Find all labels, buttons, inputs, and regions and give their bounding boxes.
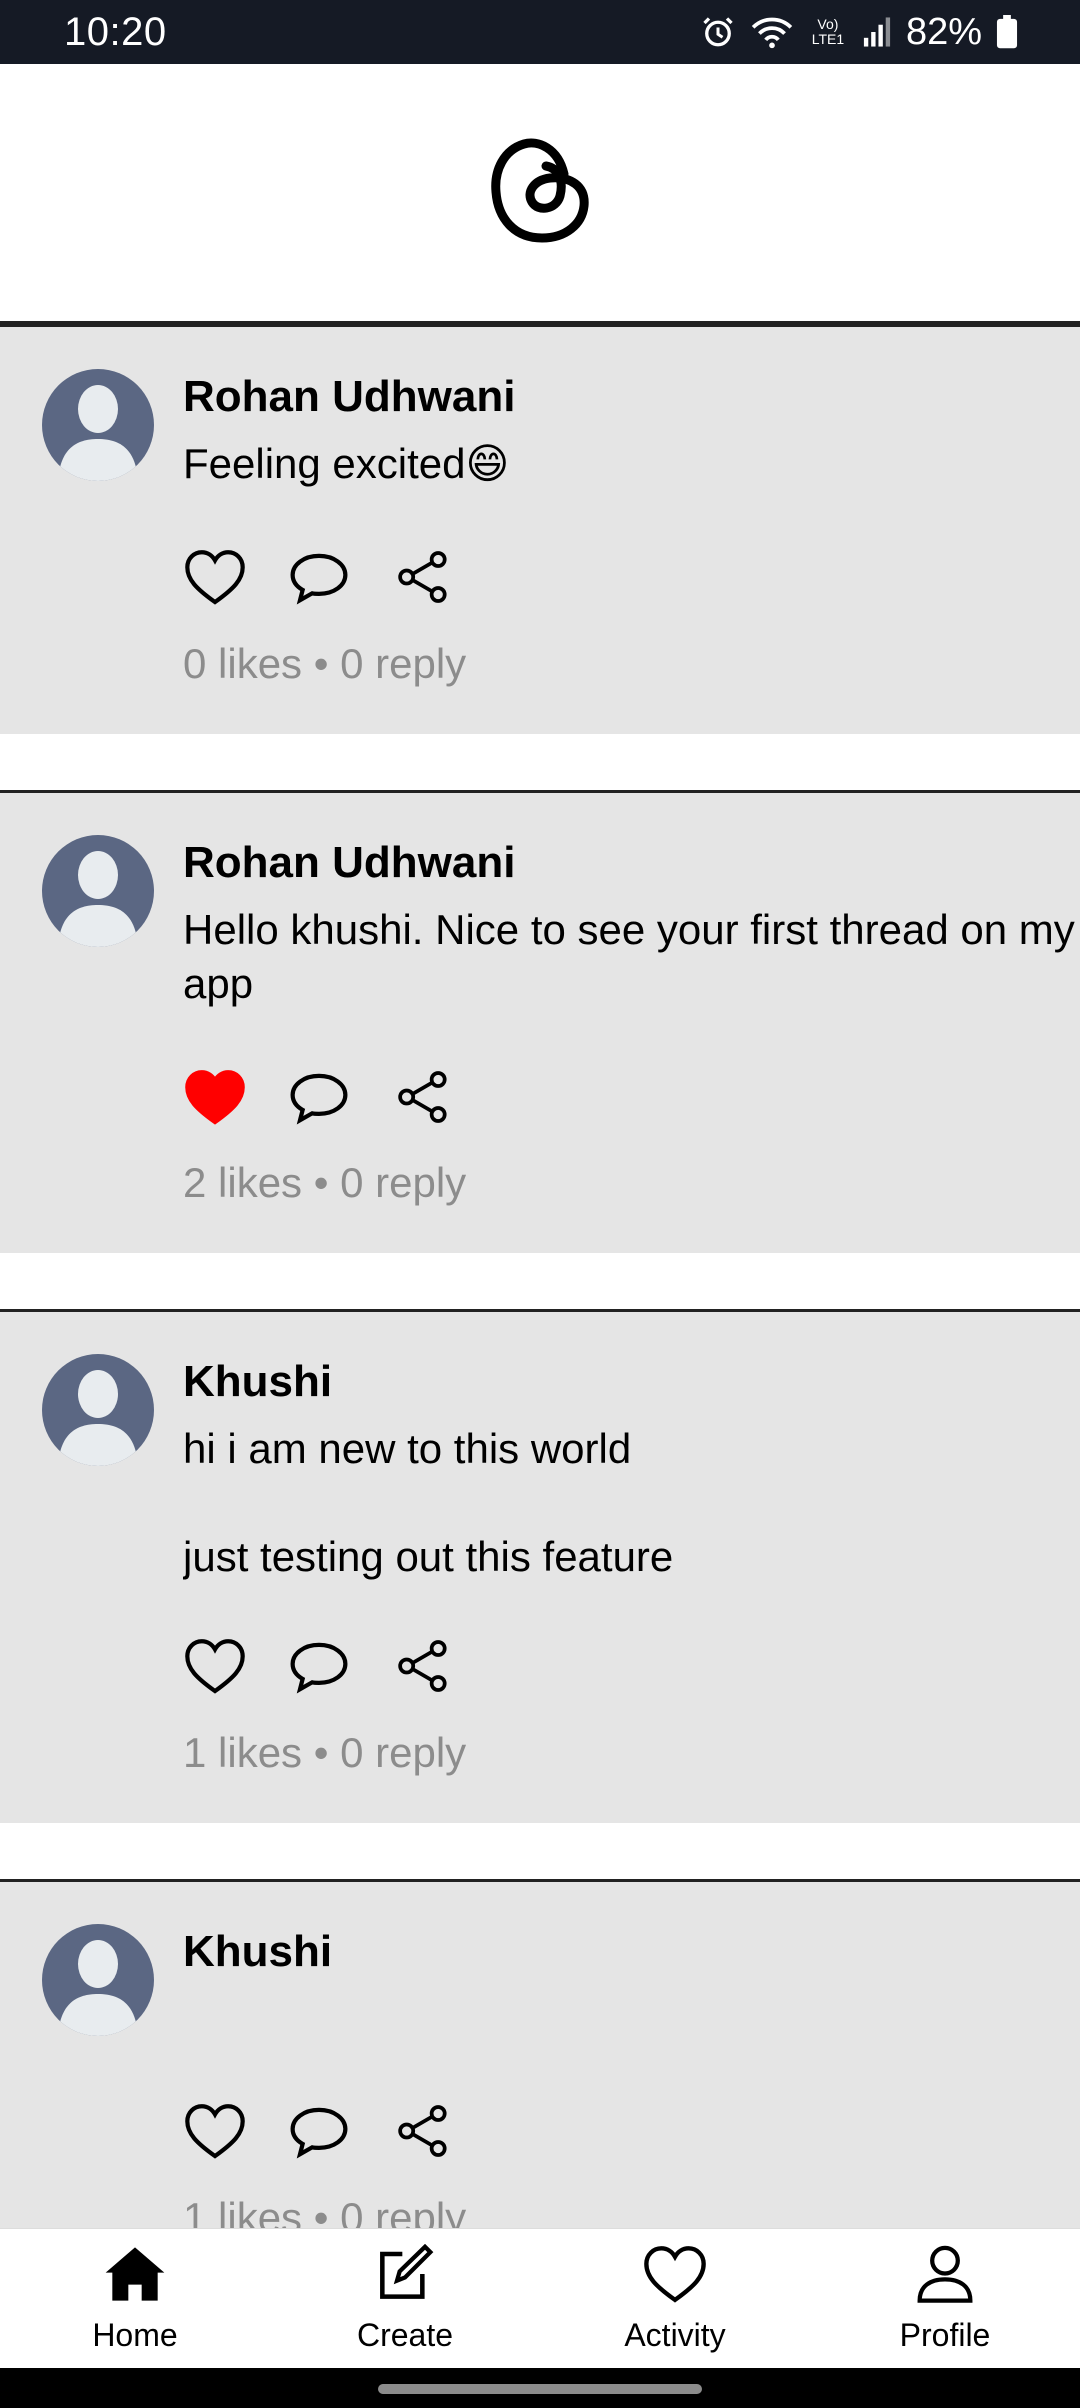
avatar[interactable] [42, 835, 154, 947]
home-icon [103, 2244, 167, 2309]
app-header [0, 64, 1080, 324]
gesture-bar [0, 2368, 1080, 2408]
post-content: Hello khushi. Nice to see your first thr… [183, 906, 1075, 1007]
bottom-nav: Home Create Activity Profile [0, 2228, 1080, 2368]
nav-home-label: Home [92, 2316, 178, 2353]
network-label: Vo) LTE1 [811, 16, 845, 47]
alarm-icon [700, 14, 736, 50]
post-content: hi i am new to this world just testing o… [183, 1425, 674, 1580]
nav-activity-label: Activity [624, 2316, 726, 2353]
nav-activity[interactable]: Activity [540, 2244, 810, 2354]
post-separator [0, 1823, 1080, 1879]
post-body: Khushi hi i am new to this world just te… [183, 1354, 1080, 1584]
like-heart-icon[interactable] [183, 2099, 247, 2163]
threads-logo-icon[interactable] [490, 134, 590, 251]
post-actions [183, 545, 455, 609]
share-icon[interactable] [391, 1065, 455, 1129]
post-separator [0, 734, 1080, 790]
screen: 10:20 Vo) LTE1 82% Rohan Udhwani Feeling… [0, 0, 1080, 2408]
comment-bubble-icon[interactable] [287, 1634, 351, 1698]
status-icons: Vo) LTE1 82% [700, 11, 1018, 54]
post-separator [0, 1253, 1080, 1309]
post-author[interactable]: Rohan Udhwani [183, 835, 1080, 891]
thread-post[interactable]: Rohan Udhwani Feeling excited😄 0 likes •… [0, 324, 1080, 734]
status-bar: 10:20 Vo) LTE1 82% [0, 0, 1080, 64]
post-author[interactable]: Khushi [183, 1354, 1080, 1410]
comment-bubble-icon[interactable] [287, 1065, 351, 1129]
nav-create-label: Create [356, 2316, 454, 2353]
share-icon[interactable] [391, 1634, 455, 1698]
nav-home[interactable]: Home [0, 2244, 270, 2354]
thread-post[interactable]: Khushi hi i am new to this world just te… [0, 1309, 1080, 1823]
like-heart-icon[interactable] [183, 1634, 247, 1698]
post-body: Khushi [183, 1924, 1080, 1992]
like-heart-filled-icon[interactable] [183, 1065, 247, 1129]
post-author[interactable]: Rohan Udhwani [183, 369, 1080, 425]
post-actions [183, 2099, 455, 2163]
signal-icon [862, 16, 892, 48]
post-actions [183, 1634, 455, 1698]
share-icon[interactable] [391, 2099, 455, 2163]
wifi-icon [750, 14, 794, 50]
comment-bubble-icon[interactable] [287, 545, 351, 609]
nav-profile-label: Profile [899, 2316, 991, 2353]
post-stats[interactable]: 0 likes • 0 reply [183, 640, 466, 688]
thread-feed[interactable]: Rohan Udhwani Feeling excited😄 0 likes •… [0, 324, 1080, 2339]
profile-person-icon [913, 2244, 977, 2309]
post-content: Feeling excited😄 [183, 440, 510, 487]
post-body: Rohan Udhwani Hello khushi. Nice to see … [183, 835, 1080, 1011]
post-stats[interactable]: 2 likes • 0 reply [183, 1159, 466, 1207]
avatar[interactable] [42, 1354, 154, 1466]
thread-post[interactable]: Rohan Udhwani Hello khushi. Nice to see … [0, 790, 1080, 1253]
nav-profile[interactable]: Profile [810, 2244, 1080, 2354]
activity-heart-icon [640, 2244, 710, 2309]
battery-text: 82% [905, 10, 982, 53]
avatar[interactable] [42, 1924, 154, 2036]
nav-create[interactable]: Create [270, 2243, 540, 2354]
battery-icon [996, 15, 1018, 49]
like-heart-icon[interactable] [183, 545, 247, 609]
avatar[interactable] [42, 369, 154, 481]
post-actions [183, 1065, 455, 1129]
status-time: 10:20 [64, 9, 167, 54]
create-edit-icon [373, 2243, 437, 2309]
comment-bubble-icon[interactable] [287, 2099, 351, 2163]
gesture-handle[interactable] [378, 2384, 702, 2394]
post-body: Rohan Udhwani Feeling excited😄 [183, 369, 1080, 491]
post-author[interactable]: Khushi [183, 1924, 1080, 1980]
share-icon[interactable] [391, 545, 455, 609]
post-stats[interactable]: 1 likes • 0 reply [183, 1729, 466, 1777]
